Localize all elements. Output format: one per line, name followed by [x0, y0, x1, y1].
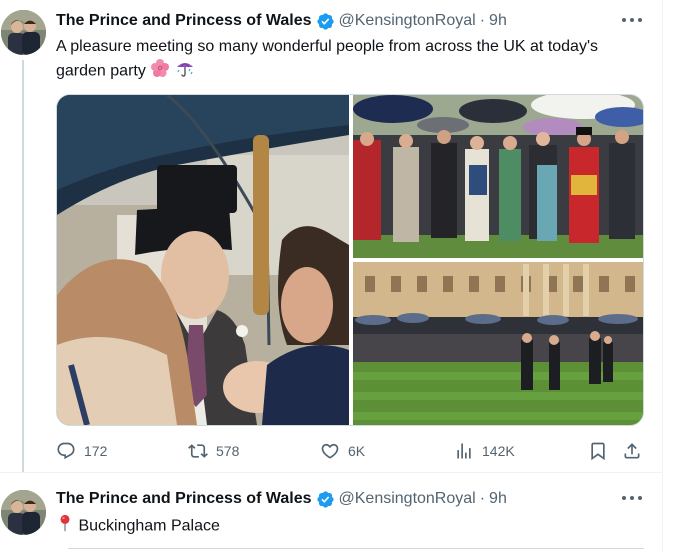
- bookmark-icon: [591, 442, 605, 461]
- timestamp[interactable]: 9h: [489, 490, 507, 508]
- round-pushpin-emoji: [56, 514, 74, 539]
- share-button[interactable]: [622, 440, 642, 462]
- tweet-text: A pleasure meeting so many wonderful peo…: [56, 36, 636, 85]
- more-icon[interactable]: [622, 12, 642, 28]
- reply-button[interactable]: 172: [56, 440, 107, 462]
- bookmark-button[interactable]: [588, 440, 608, 462]
- photo-garden-guests[interactable]: [353, 95, 643, 258]
- tweet-divider: [0, 472, 662, 473]
- author-handle[interactable]: @KensingtonRoyal: [339, 12, 476, 30]
- tweet-header: The Prince and Princess of Wales @Kensin…: [56, 488, 507, 510]
- verified-badge-icon: [316, 12, 334, 30]
- avatar[interactable]: [1, 490, 46, 535]
- avatar[interactable]: [1, 10, 46, 55]
- retweet-count: 578: [216, 443, 240, 459]
- views-button[interactable]: 142K: [454, 440, 515, 462]
- author-name[interactable]: The Prince and Princess of Wales: [56, 490, 312, 508]
- reply-count: 172: [84, 443, 108, 459]
- author-name[interactable]: The Prince and Princess of Wales: [56, 12, 312, 30]
- separator-dot: ·: [479, 12, 486, 29]
- reply-icon: [57, 442, 75, 460]
- timestamp[interactable]: 9h: [489, 12, 507, 30]
- photo-prince-umbrella[interactable]: [57, 95, 349, 425]
- media-edge: [68, 548, 644, 549]
- umbrella-rain-emoji: [175, 58, 195, 85]
- more-icon[interactable]: [622, 490, 642, 506]
- like-count: 6K: [348, 443, 366, 459]
- thread-line: [22, 60, 24, 472]
- hibiscus-emoji: [150, 58, 170, 85]
- tweet[interactable]: The Prince and Princess of Wales @Kensin…: [0, 0, 662, 472]
- verified-badge-icon: [316, 490, 334, 508]
- views-icon: [457, 443, 471, 459]
- separator-dot: ·: [479, 490, 486, 507]
- tweet-header: The Prince and Princess of Wales @Kensin…: [56, 10, 507, 32]
- tweet-text: Buckingham Palace: [56, 514, 636, 539]
- like-icon: [321, 443, 339, 459]
- like-button[interactable]: 6K: [320, 440, 365, 462]
- retweet-button[interactable]: 578: [188, 440, 239, 462]
- retweet-icon: [188, 444, 208, 458]
- photo-palace-lawn[interactable]: [353, 262, 643, 425]
- share-icon: [624, 443, 640, 459]
- tweet-body: Buckingham Palace: [78, 517, 220, 535]
- tweet-body: A pleasure meeting so many wonderful peo…: [56, 38, 599, 80]
- media-grid: [56, 94, 644, 426]
- tweet-actions: 172 578 6K 142K: [56, 440, 644, 464]
- views-count: 142K: [482, 443, 515, 459]
- tweet[interactable]: The Prince and Princess of Wales @Kensin…: [0, 478, 662, 552]
- author-handle[interactable]: @KensingtonRoyal: [339, 490, 476, 508]
- column-border: [662, 0, 663, 552]
